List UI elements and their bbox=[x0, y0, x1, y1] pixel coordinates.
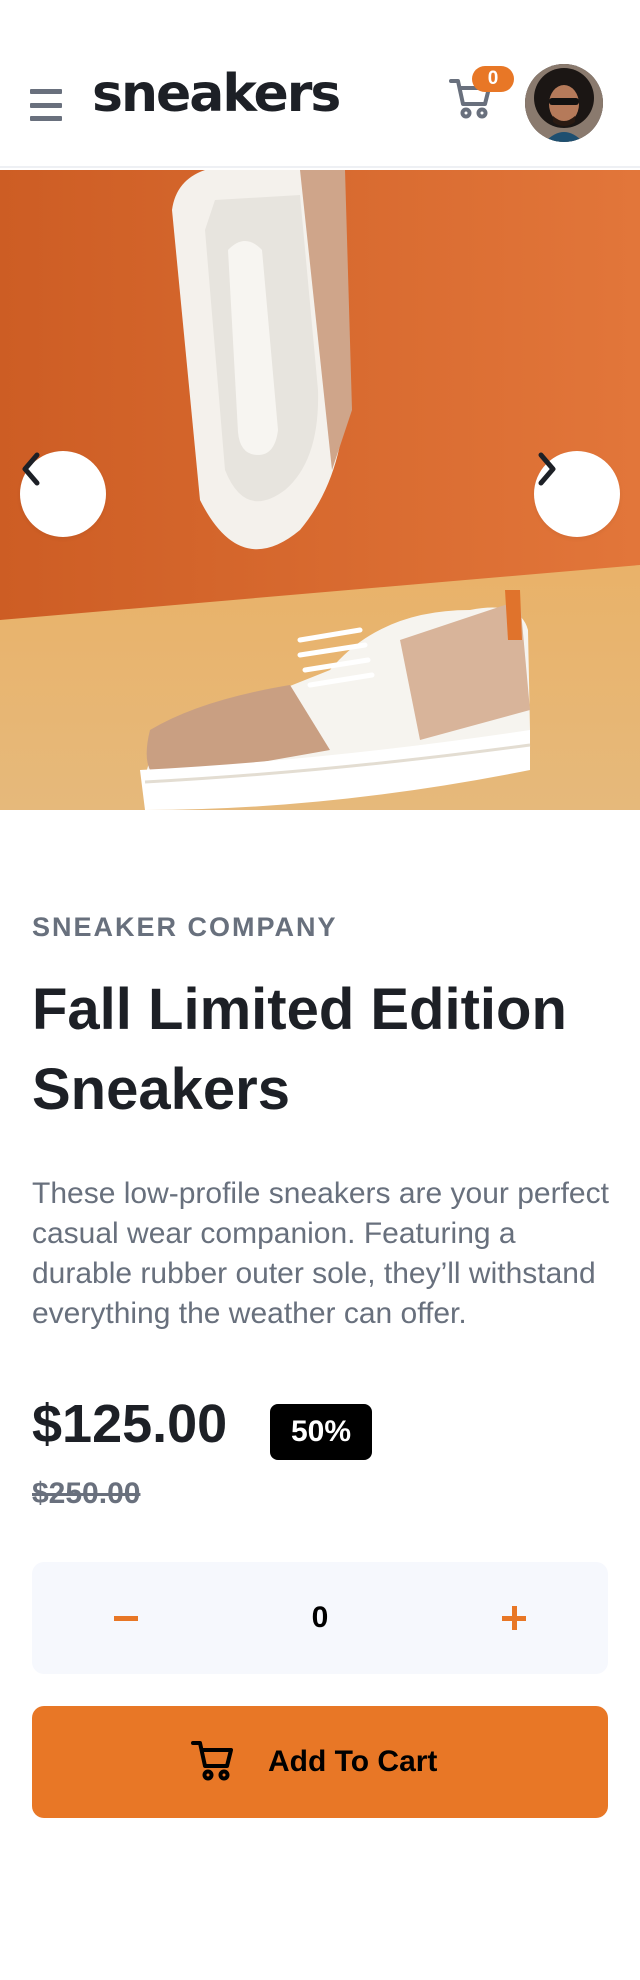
menu-icon[interactable] bbox=[30, 89, 66, 121]
product-title: Fall Limited Edition Sneakers bbox=[32, 977, 567, 1122]
add-to-cart-label: Add To Cart bbox=[268, 1745, 438, 1778]
add-to-cart-button[interactable]: Add To Cart bbox=[32, 1706, 608, 1818]
product-image-carousel bbox=[0, 170, 640, 810]
decrease-quantity-button[interactable] bbox=[98, 1590, 154, 1646]
logo[interactable]: sneakers bbox=[92, 68, 341, 120]
quantity-value: 0 bbox=[311, 1601, 329, 1634]
discount-badge: 50% bbox=[270, 1404, 372, 1460]
current-price: $125.00 bbox=[32, 1394, 228, 1454]
previous-image-button[interactable] bbox=[20, 451, 106, 537]
minus-icon bbox=[114, 1615, 138, 1621]
avatar[interactable] bbox=[525, 64, 603, 142]
cart-count-badge: 0 bbox=[472, 66, 514, 92]
product-description: These low-profile sneakers are your perf… bbox=[32, 1177, 609, 1330]
cart-icon bbox=[191, 1741, 233, 1781]
chevron-right-icon bbox=[538, 452, 556, 486]
chevron-left-icon bbox=[22, 452, 40, 486]
company-name: SNEAKER COMPANY bbox=[32, 912, 338, 942]
site-header: sneakers 0 bbox=[0, 0, 640, 168]
plus-icon bbox=[502, 1606, 526, 1630]
quantity-stepper: 0 bbox=[32, 1562, 608, 1674]
original-price: $250.00 bbox=[32, 1477, 141, 1510]
product-page: sneakers 0 SNEAKER COMPANY Fall Limited … bbox=[0, 0, 640, 1980]
increase-quantity-button[interactable] bbox=[486, 1590, 542, 1646]
next-image-button[interactable] bbox=[534, 451, 620, 537]
